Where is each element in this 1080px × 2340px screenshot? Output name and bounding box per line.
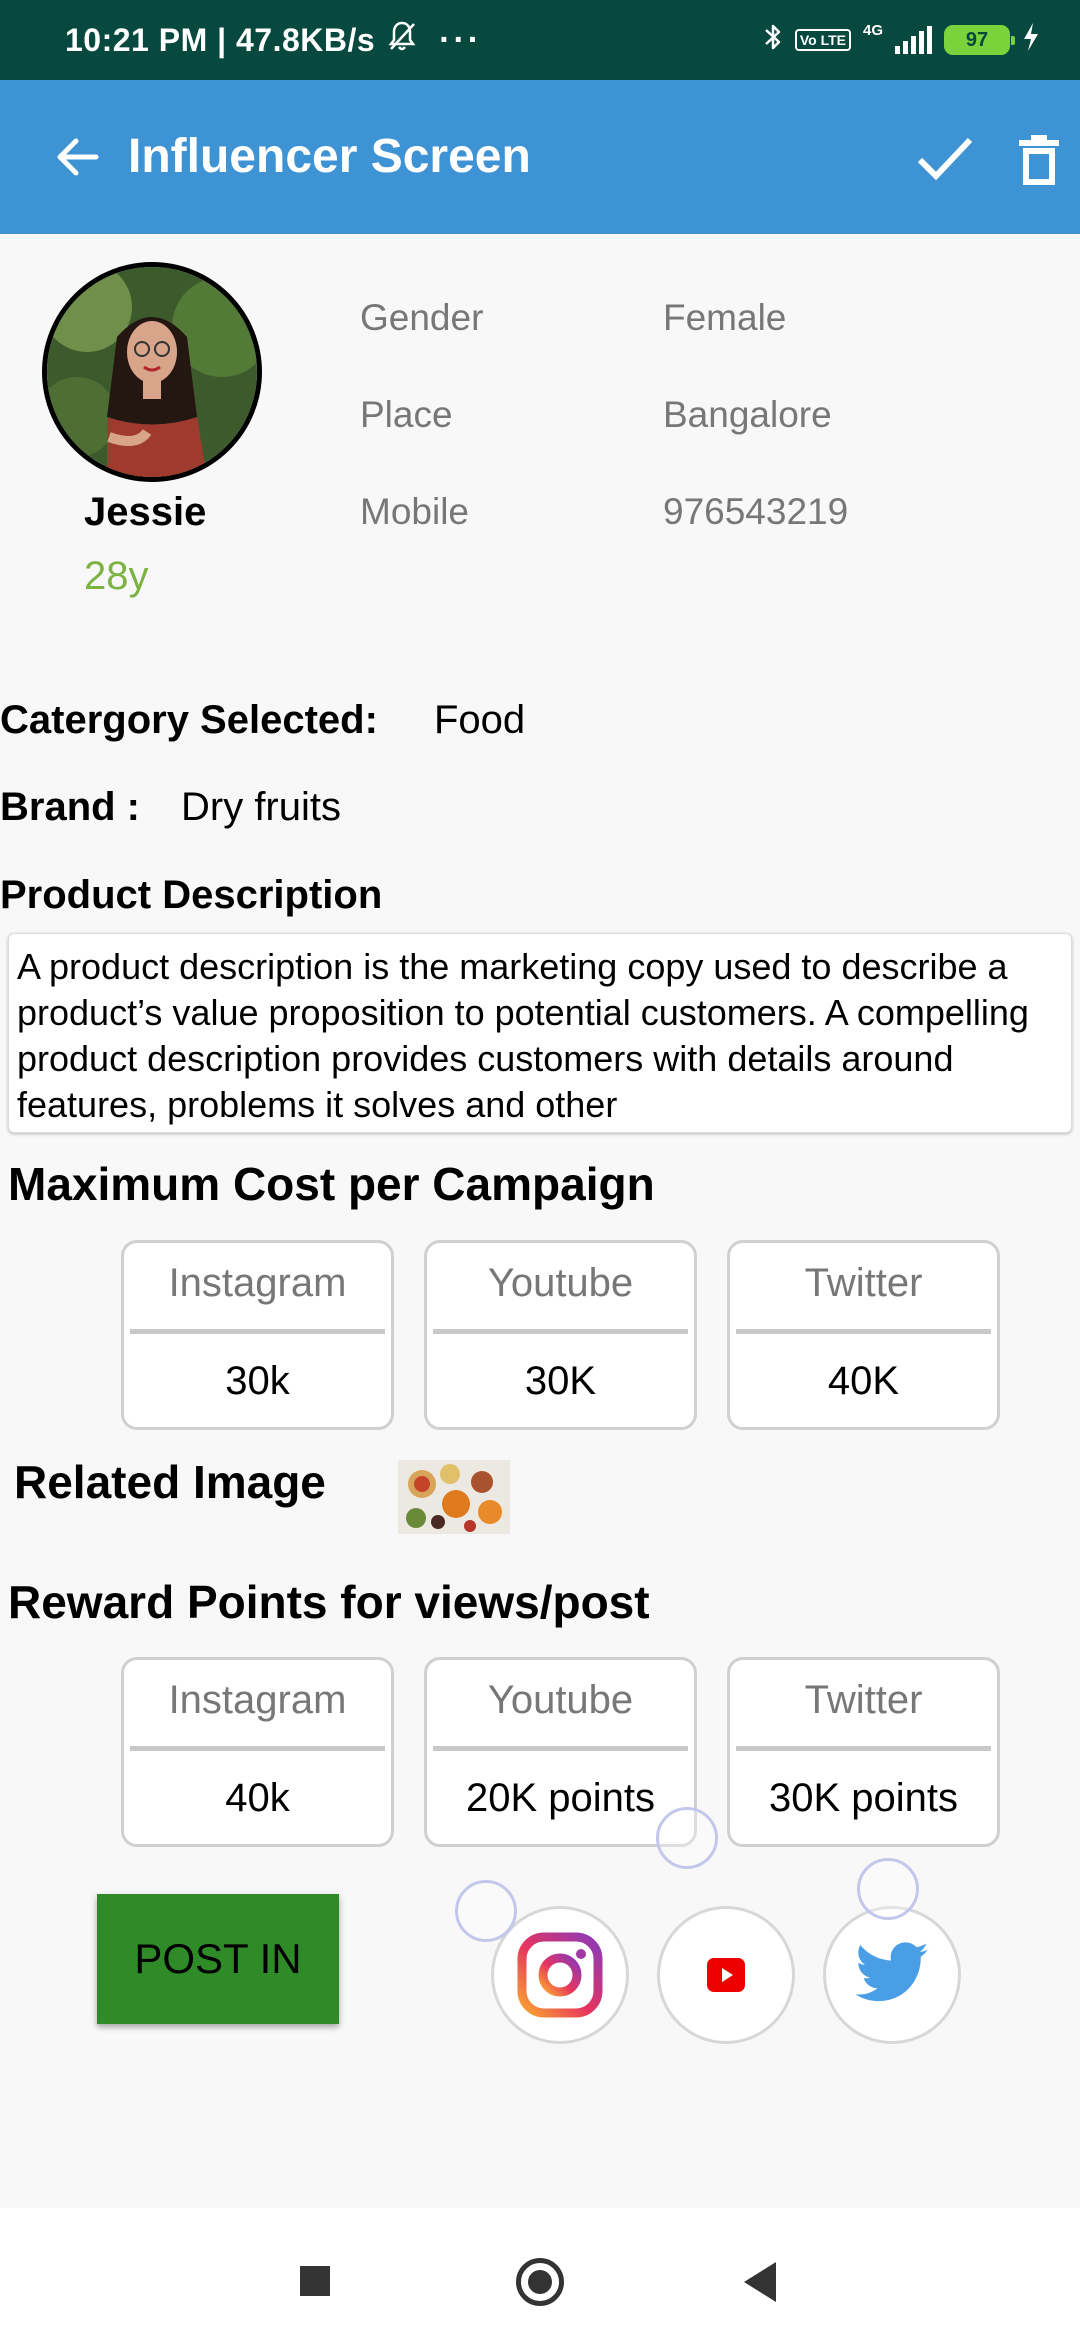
card-divider: [130, 1746, 385, 1751]
reward-card-instagram[interactable]: Instagram 40k: [121, 1657, 394, 1847]
place-label: Place: [360, 394, 453, 435]
system-back-button[interactable]: [744, 2262, 776, 2302]
charging-icon: [1022, 22, 1040, 59]
reward-points-title: Reward Points for views/post: [8, 1576, 650, 1628]
place-value: Bangalore: [663, 394, 832, 435]
reward-value: 40k: [225, 1776, 290, 1820]
max-cost-platform: Youtube: [487, 1261, 634, 1305]
food-image: [398, 1460, 510, 1534]
reward-card-twitter[interactable]: Twitter 30K points: [727, 1657, 1000, 1847]
mobile-label: Mobile: [360, 491, 469, 532]
confirm-button[interactable]: [916, 134, 974, 184]
reward-value: 30K points: [768, 1776, 959, 1820]
page-title: Influencer Screen: [128, 130, 531, 183]
volte-icon: Vo LTE: [794, 29, 851, 51]
trash-icon: [1019, 135, 1059, 185]
network-type: 4G: [862, 22, 883, 39]
youtube-icon: [707, 1958, 745, 1992]
system-nav-bar: [0, 2208, 1080, 2340]
battery-icon: 97: [944, 25, 1015, 55]
brand-value: Dry fruits: [181, 785, 341, 829]
signal-icon: [895, 26, 932, 54]
twitter-button[interactable]: [823, 1906, 961, 2044]
max-cost-card-twitter[interactable]: Twitter 40K: [727, 1240, 1000, 1430]
card-divider: [736, 1329, 991, 1334]
gender-value: Female: [663, 297, 787, 338]
muted-bell-icon: [387, 20, 417, 60]
max-cost-value: 40K: [827, 1359, 900, 1403]
touch-indicator: [857, 1858, 919, 1920]
status-more-icon: ···: [439, 20, 483, 59]
reward-card-youtube[interactable]: Youtube 20K points: [424, 1657, 697, 1847]
reward-value: 20K points: [465, 1776, 656, 1820]
instagram-icon: [517, 1932, 603, 2018]
mobile-value: 976543219: [663, 491, 849, 532]
max-cost-platform: Twitter: [804, 1261, 923, 1305]
recent-apps-button[interactable]: [300, 2266, 330, 2296]
profile-age: 28y: [84, 554, 149, 598]
max-cost-card-instagram[interactable]: Instagram 30k: [121, 1240, 394, 1430]
card-divider: [433, 1329, 688, 1334]
max-cost-platform: Instagram: [168, 1261, 347, 1305]
category-label: Catergory Selected:: [0, 698, 378, 742]
card-divider: [130, 1329, 385, 1334]
delete-button[interactable]: [1018, 134, 1060, 186]
youtube-button[interactable]: [657, 1906, 795, 2044]
category-value: Food: [434, 698, 526, 742]
twitter-icon: [855, 1942, 929, 2002]
max-cost-value: 30K: [524, 1359, 597, 1403]
post-in-button[interactable]: POST IN: [97, 1894, 339, 2024]
brand-label: Brand :: [0, 785, 140, 829]
status-time-speed: 10:21 PM | 47.8KB/s: [65, 21, 376, 58]
max-cost-card-youtube[interactable]: Youtube 30K: [424, 1240, 697, 1430]
max-cost-title: Maximum Cost per Campaign: [8, 1158, 655, 1210]
reward-platform: Instagram: [168, 1678, 347, 1722]
status-bar: 10:21 PM | 47.8KB/s ··· Vo LTE 4G 97: [0, 0, 1080, 80]
app-bar: Influencer Screen: [0, 80, 1080, 234]
avatar[interactable]: [42, 262, 262, 482]
reward-platform: Twitter: [804, 1678, 923, 1722]
gender-label: Gender: [360, 297, 484, 338]
check-icon: [917, 137, 973, 181]
home-button[interactable]: [516, 2258, 564, 2306]
back-button[interactable]: [52, 132, 102, 182]
product-description-label: Product Description: [0, 873, 383, 917]
card-divider: [736, 1746, 991, 1751]
arrow-left-icon: [57, 138, 99, 176]
related-image-thumbnail[interactable]: [398, 1460, 510, 1534]
reward-platform: Youtube: [487, 1678, 634, 1722]
touch-indicator: [455, 1880, 517, 1942]
touch-indicator: [656, 1807, 718, 1869]
product-description-text[interactable]: A product description is the marketing c…: [8, 933, 1072, 1133]
profile-name: Jessie: [84, 490, 207, 534]
bluetooth-icon: [763, 21, 783, 60]
max-cost-value: 30k: [225, 1359, 290, 1403]
related-image-label: Related Image: [14, 1456, 326, 1508]
card-divider: [433, 1746, 688, 1751]
profile-photo: [47, 267, 257, 477]
